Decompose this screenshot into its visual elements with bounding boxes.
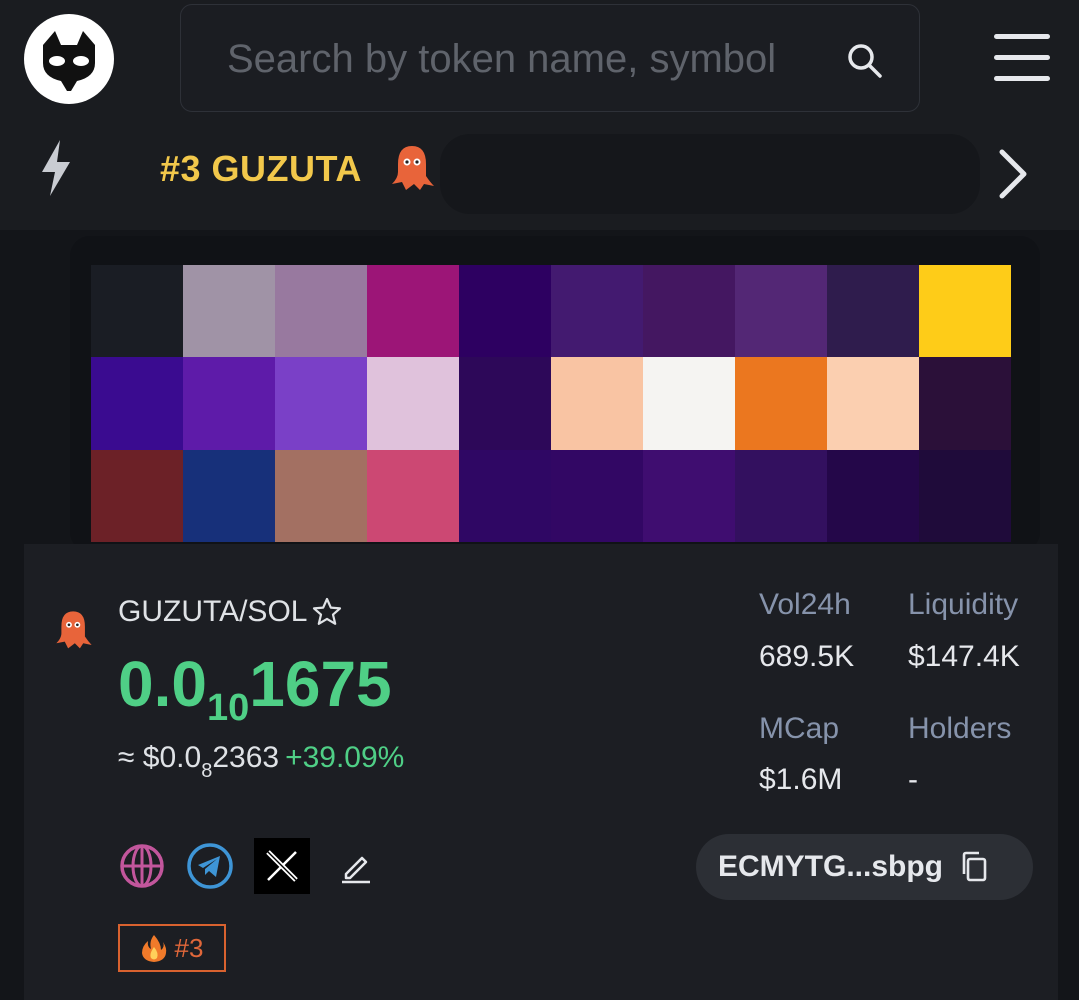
copy-icon[interactable] <box>959 850 989 884</box>
x-icon[interactable] <box>254 838 310 894</box>
banner-pixel <box>459 265 551 358</box>
price-zero-count: 10 <box>206 687 250 729</box>
banner-pixel <box>91 357 183 450</box>
chevron-right-icon[interactable] <box>990 144 1034 209</box>
banner-pixel <box>91 265 183 358</box>
banner-pixel <box>367 449 459 542</box>
banner-pixel <box>551 265 643 358</box>
edit-icon[interactable] <box>338 848 374 884</box>
banner-pixel <box>827 449 919 542</box>
holders-value: - <box>908 763 918 796</box>
trending-rank-badge[interactable]: #3 <box>118 924 226 972</box>
token-pair: GUZUTA/SOL <box>118 595 343 629</box>
banner-pixel <box>275 449 367 542</box>
banner-pixel <box>643 449 735 542</box>
banner-pixel <box>183 357 275 450</box>
mcap-label: MCap <box>759 712 840 745</box>
token-avatar-icon <box>54 608 94 655</box>
search-icon[interactable] <box>845 41 885 86</box>
banner-pixel <box>643 265 735 358</box>
bolt-icon <box>36 138 76 203</box>
banner-pixel <box>275 265 367 358</box>
social-links <box>118 838 394 894</box>
banner-pixel <box>91 449 183 542</box>
rank-label: #3 <box>174 932 204 963</box>
banner-pixel <box>183 265 275 358</box>
app-header <box>0 0 1079 120</box>
usd-digits: 2363 <box>212 741 280 774</box>
banner-pixel <box>827 265 919 358</box>
trending-item-title[interactable]: #3 GUZUTA <box>160 148 362 190</box>
banner-pixel <box>183 449 275 542</box>
banner-pixel <box>919 265 1011 358</box>
logo-icon[interactable] <box>24 14 114 104</box>
token-price: 0.0101675 <box>118 645 392 747</box>
ghost-icon <box>390 142 436 197</box>
vol24h-label: Vol24h <box>759 588 851 621</box>
banner-pixel <box>735 265 827 358</box>
usd-price: ≈ $0.082363 +39.09% <box>118 738 404 791</box>
price-prefix: 0.0 <box>118 648 207 720</box>
search-box[interactable] <box>180 4 920 112</box>
pair-label: GUZUTA/SOL <box>118 595 308 628</box>
vol24h-value: 689.5K <box>759 640 855 673</box>
banner-pixel <box>735 357 827 450</box>
banner-pixel <box>459 449 551 542</box>
contract-address-button[interactable]: ECMYTG...sbpg <box>696 834 1033 900</box>
banner-pixel <box>551 357 643 450</box>
usd-prefix: ≈ $0.0 <box>118 741 202 774</box>
price-change: +39.09% <box>285 741 405 774</box>
ticker-blurred-area <box>440 134 980 214</box>
holders-label: Holders <box>908 712 1012 745</box>
banner-pixel <box>735 449 827 542</box>
banner-pixel <box>919 357 1011 450</box>
banner-pixel <box>551 449 643 542</box>
trending-ticker: #3 GUZUTA <box>0 120 1079 230</box>
banner-pixel <box>367 357 459 450</box>
banner-pixel <box>367 265 459 358</box>
mcap-value: $1.6M <box>759 763 843 796</box>
fire-icon <box>141 933 167 963</box>
banner-pixel <box>919 449 1011 542</box>
liquidity-label: Liquidity <box>908 588 1019 621</box>
price-digits: 1675 <box>249 648 392 720</box>
star-icon[interactable] <box>311 596 343 628</box>
search-input[interactable] <box>225 33 825 85</box>
token-banner-image <box>91 265 1011 542</box>
banner-pixel <box>459 357 551 450</box>
telegram-icon[interactable] <box>186 842 234 890</box>
banner-pixel <box>643 357 735 450</box>
contract-address: ECMYTG...sbpg <box>718 850 943 883</box>
banner-pixel <box>827 357 919 450</box>
menu-icon[interactable] <box>994 34 1050 84</box>
banner-pixel <box>275 357 367 450</box>
liquidity-value: $147.4K <box>908 640 1020 673</box>
globe-icon[interactable] <box>118 842 166 890</box>
usd-zero-count: 8 <box>201 760 213 782</box>
